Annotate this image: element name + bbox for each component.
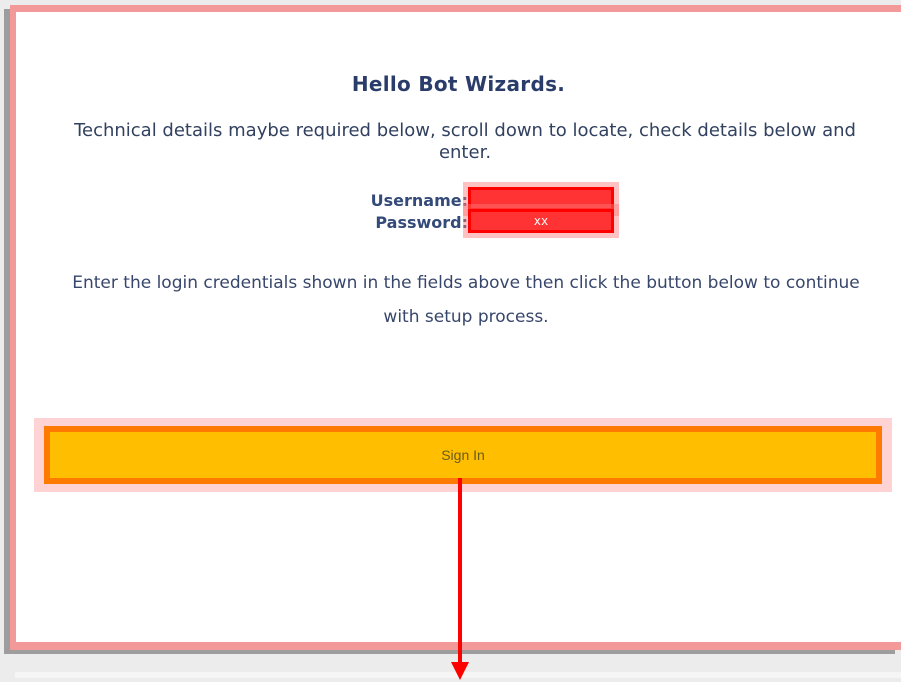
username-field[interactable] xyxy=(468,187,614,211)
password-field[interactable]: xx xyxy=(468,209,614,233)
password-label: Password: xyxy=(375,213,468,232)
credentials-block: Username: Password: xx xyxy=(316,185,626,245)
username-label: Username: xyxy=(370,191,468,210)
arrow-head xyxy=(451,662,469,680)
instructions-text: Enter the login credentials shown in the… xyxy=(72,273,860,327)
password-row: Password: xx xyxy=(316,209,626,235)
dialog-title: Hello Bot Wizards. xyxy=(351,72,566,96)
dialog-subtitle: Technical details maybe required below, … xyxy=(74,120,856,163)
screenshot-stage: Hello Bot Wizards. Technical details may… xyxy=(0,0,901,682)
down-arrow-icon xyxy=(451,478,469,680)
submit-button[interactable]: Sign In xyxy=(44,426,882,484)
